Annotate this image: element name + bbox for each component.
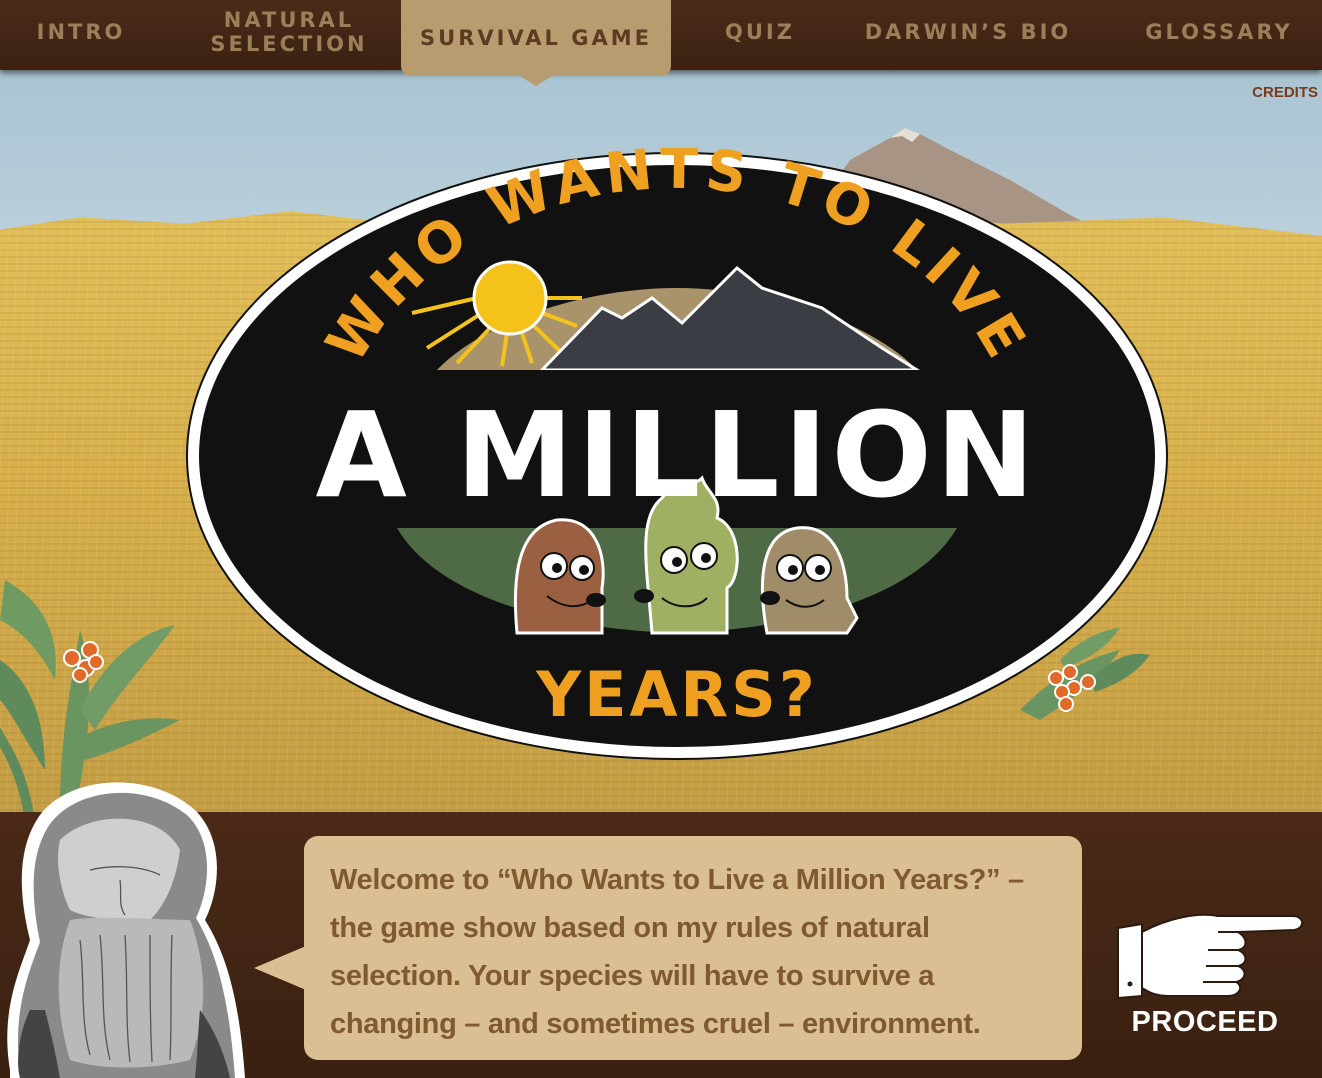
logo-bottom-text: YEARS?	[535, 658, 818, 731]
pointing-hand-icon	[1117, 913, 1304, 1000]
nav-glossary[interactable]: GLOSSARY	[1124, 0, 1314, 64]
nav-quiz[interactable]: QUIZ	[700, 0, 820, 64]
creature-brown-icon	[513, 518, 606, 635]
credits-link[interactable]: CREDITS	[1252, 84, 1318, 101]
nav-intro[interactable]: INTRO	[8, 0, 154, 64]
nav-survival-game[interactable]: SURVIVAL GAME	[401, 0, 671, 86]
proceed-button[interactable]: PROCEED	[1098, 898, 1312, 1048]
proceed-label: PROCEED	[1131, 1006, 1279, 1038]
nav-darwins-bio[interactable]: DARWIN’S BIO	[850, 0, 1086, 64]
top-nav: INTRO NATURAL SELECTION SURVIVAL GAME QU…	[0, 0, 1322, 86]
game-title-logo: WHO WANTS TO LIVE A MILLION YEARS?	[186, 148, 1168, 760]
welcome-text: Welcome to “Who Wants to Live a Million …	[330, 864, 1024, 1040]
nav-natural-selection[interactable]: NATURAL SELECTION	[194, 0, 384, 64]
speech-bubble: Welcome to “Who Wants to Live a Million …	[254, 836, 1082, 1060]
darwin-portrait-image	[7, 782, 245, 1078]
logo-main-text: A MILLION	[315, 386, 1038, 524]
